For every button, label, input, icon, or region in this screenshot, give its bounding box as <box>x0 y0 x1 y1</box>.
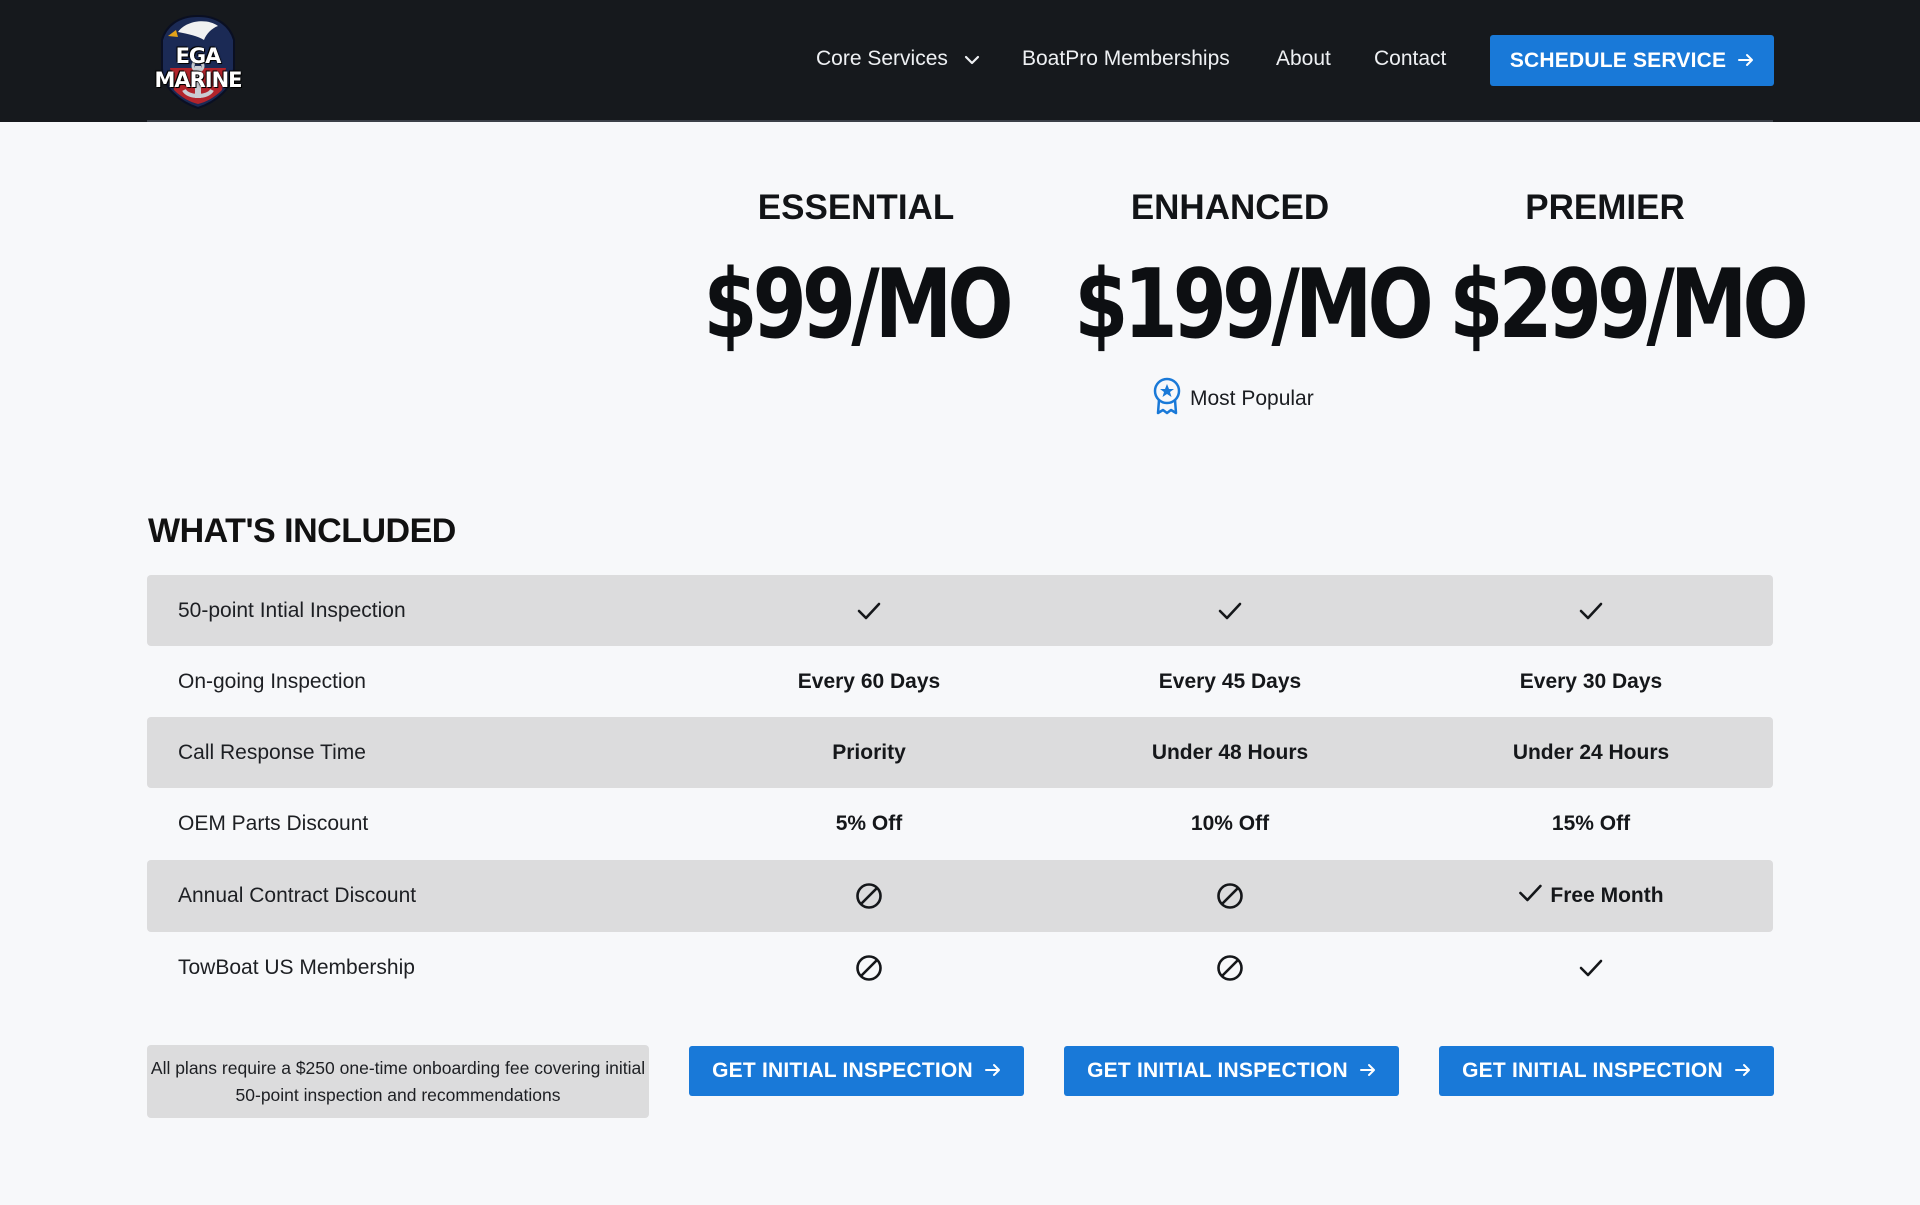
table-row: 50-point Intial Inspection <box>147 575 1773 646</box>
check-icon <box>1518 884 1542 908</box>
site-header: EGA MARINE Core Services BoatPro Members… <box>0 0 1920 122</box>
onboarding-fee-note: All plans require a $250 one-time onboar… <box>147 1045 649 1118</box>
ega-marine-logo[interactable]: EGA MARINE <box>148 10 248 110</box>
not-included-icon <box>855 882 883 910</box>
nav-core-services-label: Core Services <box>816 47 948 70</box>
table-row: On-going Inspection Every 60 Days Every … <box>147 646 1773 717</box>
plan-price-enhanced: $199/MO <box>1074 250 1433 360</box>
chevron-down-icon <box>964 46 980 72</box>
cta-label: GET INITIAL INSPECTION <box>1087 1059 1348 1082</box>
most-popular-badge: Most Popular <box>1152 377 1314 421</box>
plan-name-premier: PREMIER <box>1525 188 1685 227</box>
cell-value: Priority <box>832 740 906 764</box>
plan-price-premier: $299/MO <box>1449 250 1808 360</box>
cell-value: Every 30 Days <box>1519 669 1663 693</box>
table-row: OEM Parts Discount 5% Off 10% Off 15% Of… <box>147 788 1773 859</box>
arrow-right-icon <box>1734 1059 1751 1083</box>
table-row: Call Response Time Priority Under 48 Hou… <box>147 717 1773 788</box>
not-included-icon <box>855 954 883 982</box>
award-ribbon-icon <box>1152 377 1182 421</box>
check-icon <box>857 602 881 620</box>
table-row: Annual Contract Discount Free Month <box>147 860 1773 932</box>
row-label: 50-point Intial Inspection <box>178 598 406 622</box>
plan-name-enhanced: ENHANCED <box>1130 188 1330 227</box>
free-month-cell: Free Month <box>1518 884 1664 908</box>
check-icon <box>1218 602 1242 620</box>
get-initial-inspection-button-enhanced[interactable]: GET INITIAL INSPECTION <box>1064 1046 1399 1096</box>
cta-label: GET INITIAL INSPECTION <box>1462 1059 1723 1082</box>
row-label: OEM Parts Discount <box>178 811 369 835</box>
cell-value: 5% Off <box>835 811 903 835</box>
plan-price-essential: $99/MO <box>703 250 1013 360</box>
check-icon <box>1579 602 1603 620</box>
cell-value: 15% Off <box>1551 811 1631 835</box>
most-popular-label: Most Popular <box>1190 387 1314 410</box>
get-initial-inspection-button-essential[interactable]: GET INITIAL INSPECTION <box>689 1046 1024 1096</box>
nav-about[interactable]: About <box>1276 46 1331 72</box>
free-month-label: Free Month <box>1550 884 1664 907</box>
arrow-right-icon <box>1738 49 1754 73</box>
table-row: TowBoat US Membership <box>147 932 1773 1004</box>
get-initial-inspection-button-premier[interactable]: GET INITIAL INSPECTION <box>1439 1046 1774 1096</box>
nav-core-services[interactable]: Core Services <box>816 46 980 72</box>
not-included-icon <box>1216 882 1244 910</box>
schedule-service-label: SCHEDULE SERVICE <box>1509 48 1727 72</box>
row-label: Annual Contract Discount <box>178 884 417 907</box>
row-label: TowBoat US Membership <box>178 956 415 979</box>
cell-value: Every 45 Days <box>1158 669 1302 693</box>
header-divider <box>147 120 1773 122</box>
plan-name-essential: ESSENTIAL <box>757 188 955 227</box>
cell-value: Under 48 Hours <box>1151 740 1309 764</box>
arrow-right-icon <box>984 1059 1001 1083</box>
not-included-icon <box>1216 954 1244 982</box>
arrow-right-icon <box>1359 1059 1376 1083</box>
whats-included-title: WHAT'S INCLUDED <box>148 512 456 550</box>
cta-label: GET INITIAL INSPECTION <box>712 1059 973 1082</box>
check-icon <box>1579 959 1603 977</box>
cell-value: Every 60 Days <box>797 669 941 693</box>
schedule-service-button[interactable]: SCHEDULE SERVICE <box>1490 35 1774 86</box>
cell-value: Under 24 Hours <box>1512 740 1670 764</box>
row-label: On-going Inspection <box>178 669 366 693</box>
logo-text: EGA MARINE <box>154 44 242 92</box>
cell-value: 10% Off <box>1190 811 1270 835</box>
row-label: Call Response Time <box>178 740 366 764</box>
nav-contact[interactable]: Contact <box>1374 46 1446 72</box>
nav-boatpro-memberships[interactable]: BoatPro Memberships <box>1022 46 1230 72</box>
